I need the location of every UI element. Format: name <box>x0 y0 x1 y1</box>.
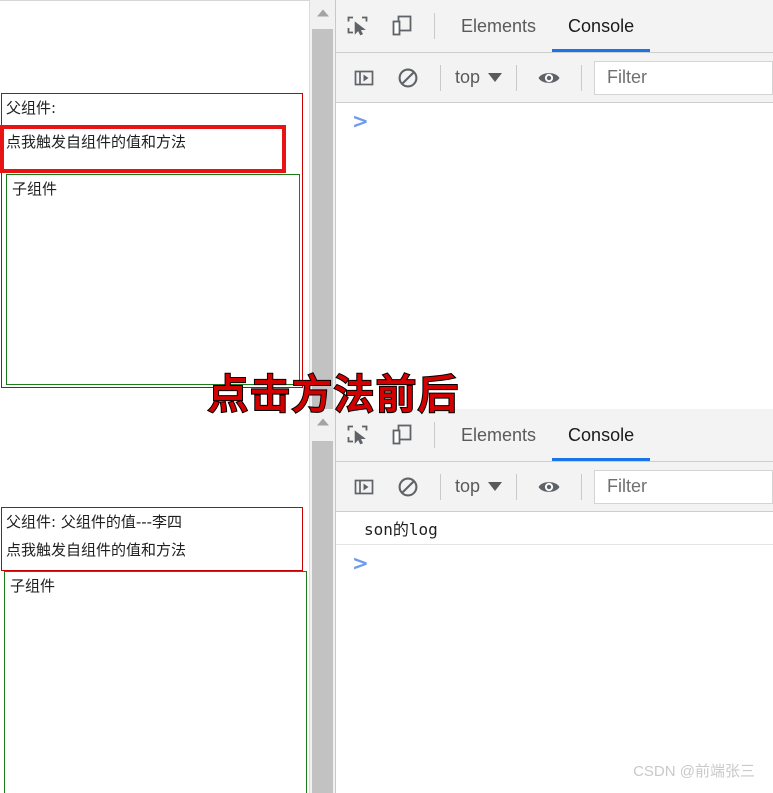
console-prompt-chevron-icon: > <box>352 109 369 133</box>
tab-elements[interactable]: Elements <box>445 0 552 52</box>
live-expression-icon <box>538 481 560 492</box>
clear-console-button[interactable] <box>386 462 430 512</box>
live-expression-button[interactable] <box>527 462 571 512</box>
scrollbar-thumb[interactable] <box>312 29 333 409</box>
chevron-up-icon <box>316 418 329 425</box>
child-component-box-before: 子组件 <box>6 174 300 385</box>
toolbar-divider <box>434 422 435 448</box>
trigger-child-button[interactable]: 点我触发自组件的值和方法 <box>6 133 186 151</box>
toolbar-divider <box>440 64 441 91</box>
console-log-message[interactable]: son的log <box>336 512 773 545</box>
device-toolbar-button[interactable] <box>380 1 424 51</box>
execution-context-select[interactable]: top <box>451 476 506 497</box>
browser-page-after: 父组件: 父组件的值---李四 点我触发自组件的值和方法 子组件 <box>0 409 309 793</box>
toolbar-divider <box>581 473 583 500</box>
toolbar-divider <box>581 64 583 91</box>
toolbar-divider <box>434 13 435 39</box>
live-expression-button[interactable] <box>527 53 571 103</box>
chevron-down-icon <box>488 482 503 491</box>
trigger-child-button[interactable]: 点我触发自组件的值和方法 <box>6 541 186 559</box>
toolbar-divider <box>516 64 518 91</box>
tab-console[interactable]: Console <box>552 0 651 52</box>
console-prompt-chevron-icon: > <box>352 551 369 575</box>
console-sidebar-icon <box>354 70 374 85</box>
clear-console-icon <box>398 68 418 87</box>
console-sidebar-button[interactable] <box>342 462 386 512</box>
screenshot-root: 父组件: 点我触发自组件的值和方法 子组件 Elements Console t… <box>0 0 773 793</box>
live-expression-icon <box>538 72 560 83</box>
child-component-label: 子组件 <box>12 180 58 198</box>
tab-elements[interactable]: Elements <box>445 409 552 461</box>
parent-component-label: 父组件: 父组件的值---李四 <box>6 513 183 531</box>
scrollbar-thumb[interactable] <box>312 441 333 793</box>
clear-console-icon <box>398 477 418 496</box>
device-toolbar-icon <box>392 424 412 445</box>
page-scrollbar-before[interactable] <box>309 0 335 409</box>
tab-console[interactable]: Console <box>552 409 651 461</box>
toolbar-divider <box>516 473 518 500</box>
toolbar-divider <box>440 473 441 500</box>
devtools-panel-before: Elements Console top Filter > <box>336 0 773 409</box>
inspect-element-button[interactable] <box>336 1 380 51</box>
browser-page-before: 父组件: 点我触发自组件的值和方法 子组件 <box>0 0 309 409</box>
devtools-tabbar-before: Elements Console <box>336 0 773 53</box>
parent-component-box-before: 父组件: 点我触发自组件的值和方法 子组件 <box>1 93 303 388</box>
inspect-element-icon <box>347 16 368 36</box>
device-toolbar-icon <box>392 15 412 36</box>
console-message-list-before: > <box>336 103 773 409</box>
console-prompt-row[interactable]: > <box>336 103 773 139</box>
console-filter-input[interactable]: Filter <box>594 469 773 504</box>
parent-component-label: 父组件: <box>6 99 57 117</box>
scrollbar-up-button[interactable] <box>310 0 335 25</box>
console-sidebar-icon <box>354 479 374 494</box>
console-toolbar-after: top Filter <box>336 462 773 512</box>
chevron-up-icon <box>316 9 329 16</box>
execution-context-label: top <box>455 67 481 87</box>
execution-context-label: top <box>455 476 481 496</box>
child-component-box-after: 子组件 <box>4 571 307 793</box>
annotation-caption: 点击方法前后 <box>207 371 460 418</box>
inspect-element-icon <box>347 425 368 445</box>
chevron-down-icon <box>488 73 503 82</box>
console-sidebar-button[interactable] <box>342 53 386 103</box>
parent-component-box-after: 父组件: 父组件的值---李四 点我触发自组件的值和方法 <box>1 507 303 571</box>
console-filter-input[interactable]: Filter <box>594 60 773 95</box>
clear-console-button[interactable] <box>386 53 430 103</box>
before-click-screenshot: 父组件: 点我触发自组件的值和方法 子组件 Elements Console t… <box>0 0 773 409</box>
devtools-panel-after: Elements Console top Filter son的log > <box>336 409 773 793</box>
child-component-label: 子组件 <box>10 577 56 595</box>
console-message-list-after: son的log > <box>336 512 773 793</box>
console-prompt-row[interactable]: > <box>336 545 773 581</box>
execution-context-select[interactable]: top <box>451 67 506 88</box>
csdn-watermark: CSDN @前端张三 <box>633 763 755 780</box>
page-scrollbar-after[interactable] <box>309 409 335 793</box>
after-click-screenshot: 父组件: 父组件的值---李四 点我触发自组件的值和方法 子组件 Element… <box>0 409 773 793</box>
console-toolbar-before: top Filter <box>336 53 773 103</box>
